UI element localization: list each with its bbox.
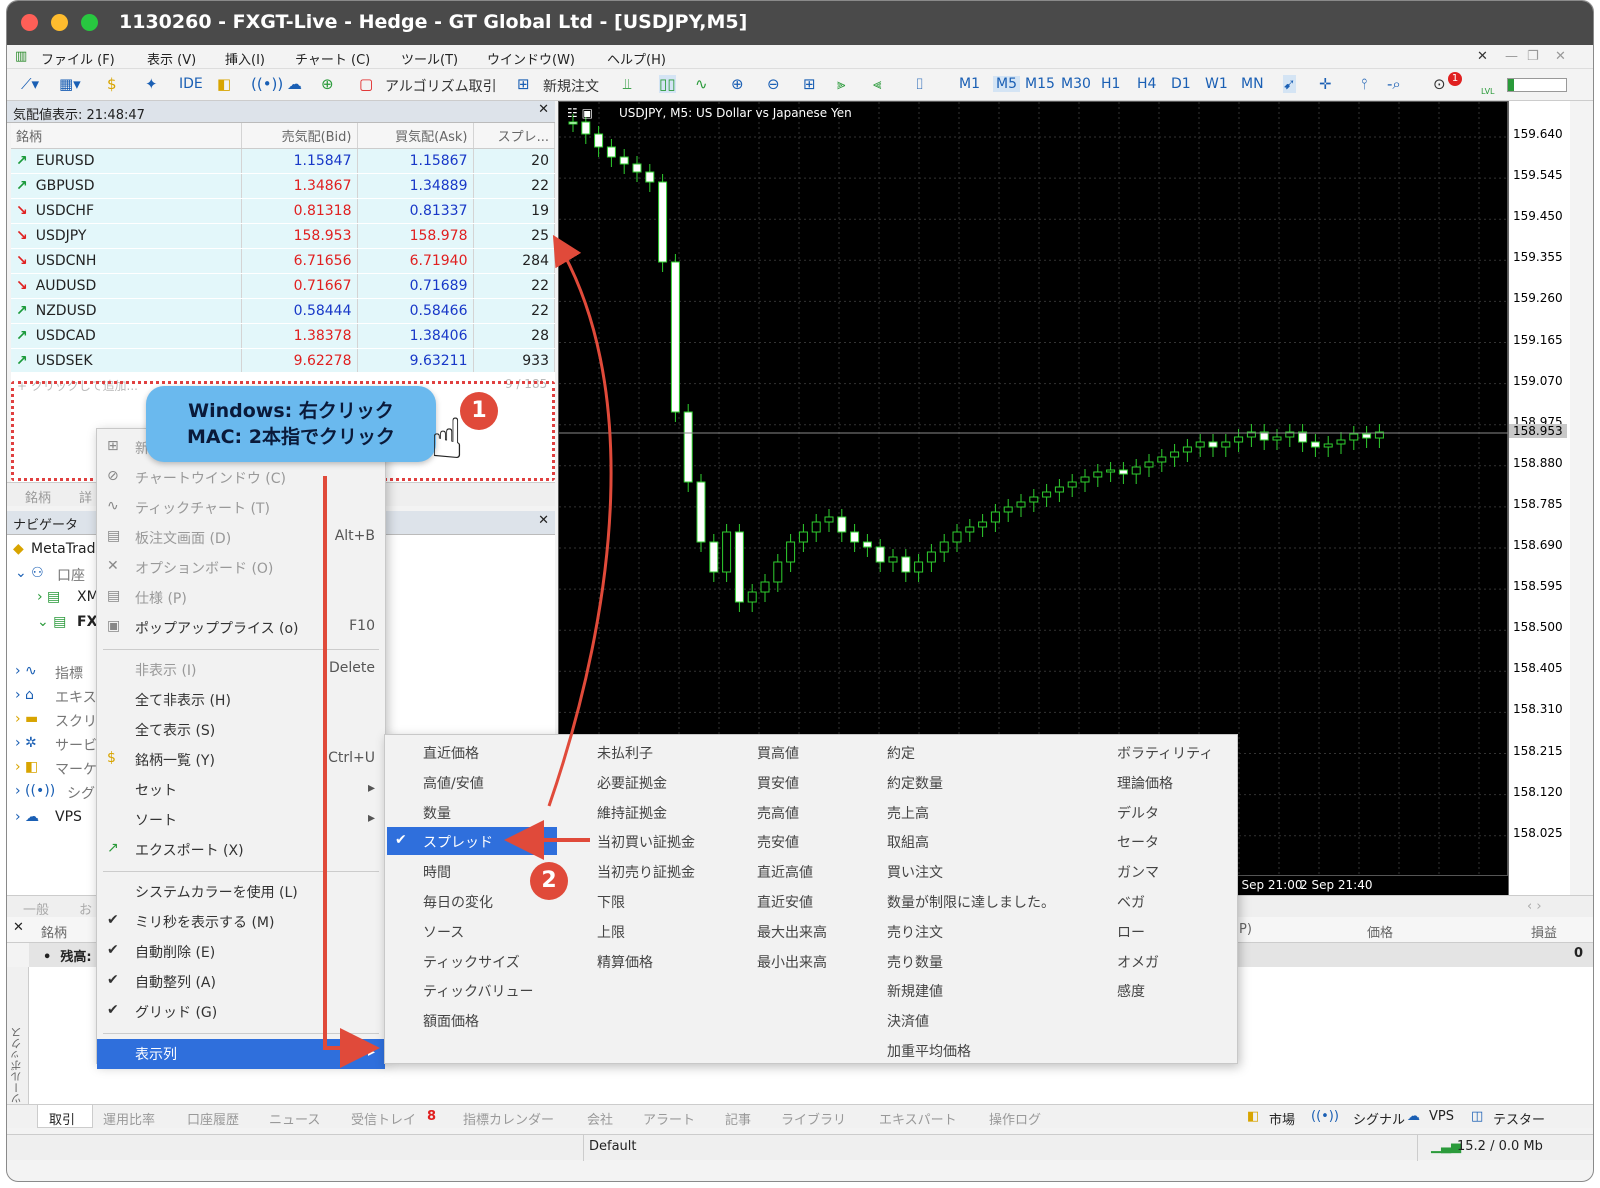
annotation-arrows bbox=[323, 234, 613, 1068]
arrow-to-spread-column bbox=[547, 234, 613, 807]
arrow-to-columns bbox=[323, 476, 380, 1068]
